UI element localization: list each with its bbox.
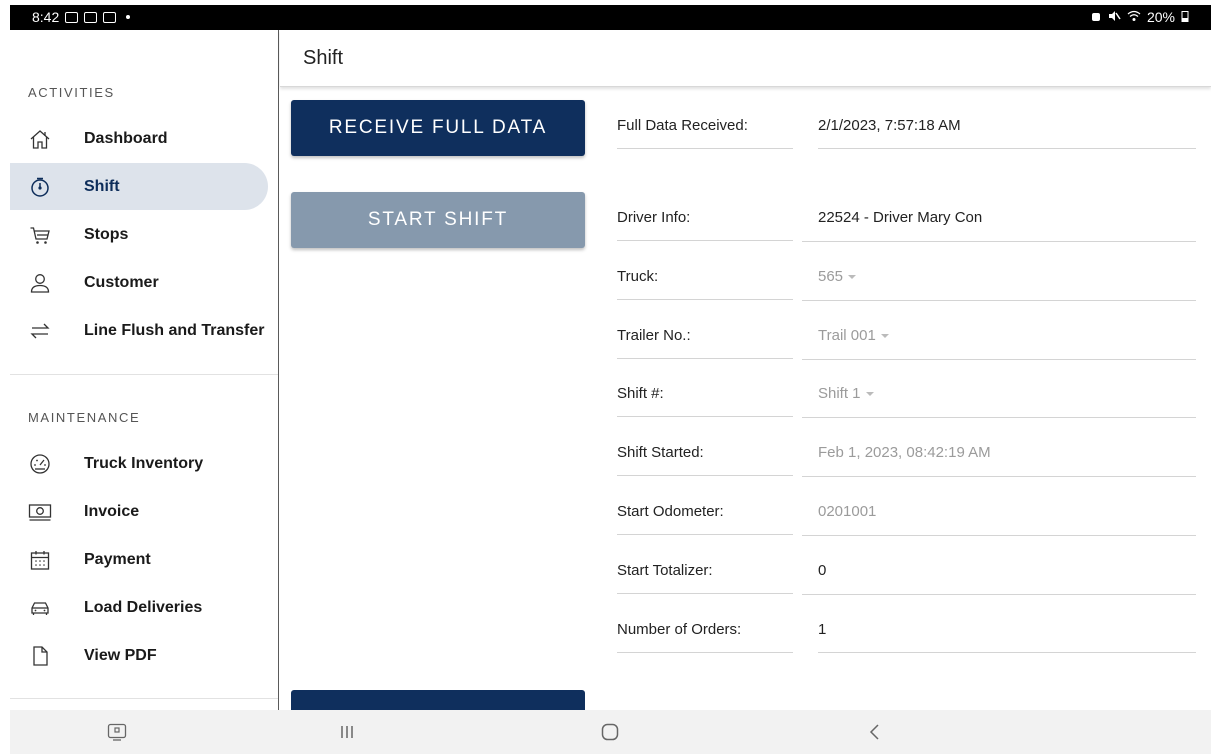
sidebar: ACTIVITIES Dashboard Shift Stops Custome…	[10, 30, 279, 710]
field-divider	[802, 241, 1196, 242]
maintenance-section-title: MAINTENANCE	[28, 410, 141, 425]
status-time: 8:42	[32, 9, 60, 25]
more-notifications-icon	[126, 15, 131, 19]
sidebar-item-label: View PDF	[84, 646, 157, 664]
screenshot-notification-icon	[103, 11, 117, 23]
full-data-received-value: 2/1/2023, 7:57:18 AM	[818, 117, 961, 134]
home-icon	[28, 127, 52, 151]
sidebar-item-label: Line Flush and Transfer	[84, 321, 265, 339]
stopwatch-icon	[28, 175, 52, 199]
field-divider	[617, 593, 793, 594]
activities-section-title: ACTIVITIES	[28, 85, 115, 100]
field-divider	[818, 148, 1196, 149]
start-odometer-label: Start Odometer:	[617, 503, 724, 520]
gallery-notification-icon	[65, 11, 79, 23]
start-totalizer-input[interactable]: 0	[818, 562, 826, 579]
field-divider	[617, 416, 793, 417]
driver-info-label: Driver Info:	[617, 209, 691, 226]
number-of-orders-label: Number of Orders:	[617, 621, 742, 638]
field-divider	[617, 148, 793, 149]
battery-icon	[1181, 9, 1189, 25]
field-divider	[802, 417, 1196, 418]
field-divider	[802, 300, 1196, 301]
wifi-icon	[1127, 9, 1141, 25]
number-of-orders-value: 1	[818, 621, 827, 638]
shift-started-label: Shift Started:	[617, 444, 704, 461]
cart-icon	[28, 223, 52, 247]
truck-select[interactable]: 565	[818, 268, 857, 285]
transfer-arrows-icon	[28, 319, 52, 343]
field-divider	[617, 534, 793, 535]
page-title: Shift	[303, 47, 344, 69]
driver-info-input[interactable]: 22524 - Driver Mary Con	[818, 209, 982, 226]
partially-visible-button[interactable]	[291, 690, 585, 710]
field-divider	[802, 359, 1196, 360]
shift-number-label: Shift #:	[617, 385, 664, 402]
field-divider	[617, 299, 793, 300]
sidebar-item-customer[interactable]: Customer	[10, 259, 268, 306]
sidebar-item-label: Customer	[84, 273, 159, 291]
sidebar-divider	[10, 374, 278, 375]
full-data-received-label: Full Data Received:	[617, 117, 748, 134]
field-divider	[802, 594, 1196, 595]
teams-notification-icon	[84, 11, 98, 23]
trailer-no-select-value: Trail 001	[818, 327, 876, 344]
calendar-icon	[28, 548, 52, 572]
cash-icon	[28, 500, 52, 524]
field-divider	[617, 358, 793, 359]
field-divider	[818, 652, 1196, 653]
sidebar-item-shift[interactable]: Shift	[10, 163, 268, 210]
sidebar-item-label: Load Deliveries	[84, 598, 203, 616]
gauge-icon	[28, 452, 52, 476]
sidebar-item-stops[interactable]: Stops	[10, 211, 268, 258]
shift-number-select-value: Shift 1	[818, 385, 861, 402]
top-app-bar: Shift	[280, 30, 1211, 87]
dropdown-caret-icon	[848, 275, 857, 280]
back-button-icon[interactable]	[862, 720, 888, 744]
field-divider	[617, 475, 793, 476]
trailer-no-label: Trailer No.:	[617, 327, 691, 344]
system-navigation-bar	[10, 710, 1211, 754]
sidebar-item-label: Dashboard	[84, 129, 168, 147]
dropdown-caret-icon	[880, 334, 889, 339]
shift-started-value: Feb 1, 2023, 08:42:19 AM	[818, 444, 991, 461]
sidebar-item-label: Invoice	[84, 502, 140, 520]
start-totalizer-label: Start Totalizer:	[617, 562, 713, 579]
field-divider	[617, 652, 793, 653]
field-divider	[802, 535, 1196, 536]
start-odometer-value: 0201001	[818, 503, 877, 520]
screenshot-toolbar-icon[interactable]	[104, 720, 130, 744]
sidebar-item-label: Payment	[84, 550, 151, 568]
start-shift-button[interactable]: START SHIFT	[291, 192, 585, 248]
field-divider	[802, 476, 1196, 477]
field-divider	[617, 240, 793, 241]
sidebar-item-label: Stops	[84, 225, 129, 243]
sidebar-item-payment[interactable]: Payment	[10, 536, 268, 583]
mute-icon	[1108, 9, 1121, 25]
home-button-icon[interactable]	[597, 720, 623, 744]
sidebar-divider	[10, 698, 278, 699]
sidebar-item-load-deliveries[interactable]: Load Deliveries	[10, 584, 268, 631]
sidebar-item-invoice[interactable]: Invoice	[10, 488, 268, 535]
shift-number-select[interactable]: Shift 1	[818, 385, 874, 402]
sidebar-item-truck-inventory[interactable]: Truck Inventory	[10, 440, 268, 487]
sidebar-item-label: Truck Inventory	[84, 454, 204, 472]
truck-select-value: 565	[818, 268, 844, 285]
sidebar-item-line-flush-and-transfer[interactable]: Line Flush and Transfer	[10, 307, 268, 354]
car-icon	[28, 596, 52, 620]
sidebar-item-view-pdf[interactable]: View PDF	[10, 632, 268, 679]
receive-full-data-button[interactable]: RECEIVE FULL DATA	[291, 100, 585, 156]
trailer-no-select[interactable]: Trail 001	[818, 327, 889, 344]
status-bar: 8:42 20%	[10, 5, 1211, 30]
alarm-icon	[1090, 9, 1102, 25]
truck-label: Truck:	[617, 268, 659, 285]
battery-level: 20%	[1146, 9, 1175, 25]
sidebar-item-label: Shift	[84, 177, 120, 195]
person-icon	[28, 271, 52, 295]
dropdown-caret-icon	[865, 392, 874, 397]
sidebar-item-dashboard[interactable]: Dashboard	[10, 115, 268, 162]
recent-apps-icon[interactable]	[334, 720, 360, 744]
document-icon	[28, 644, 52, 668]
